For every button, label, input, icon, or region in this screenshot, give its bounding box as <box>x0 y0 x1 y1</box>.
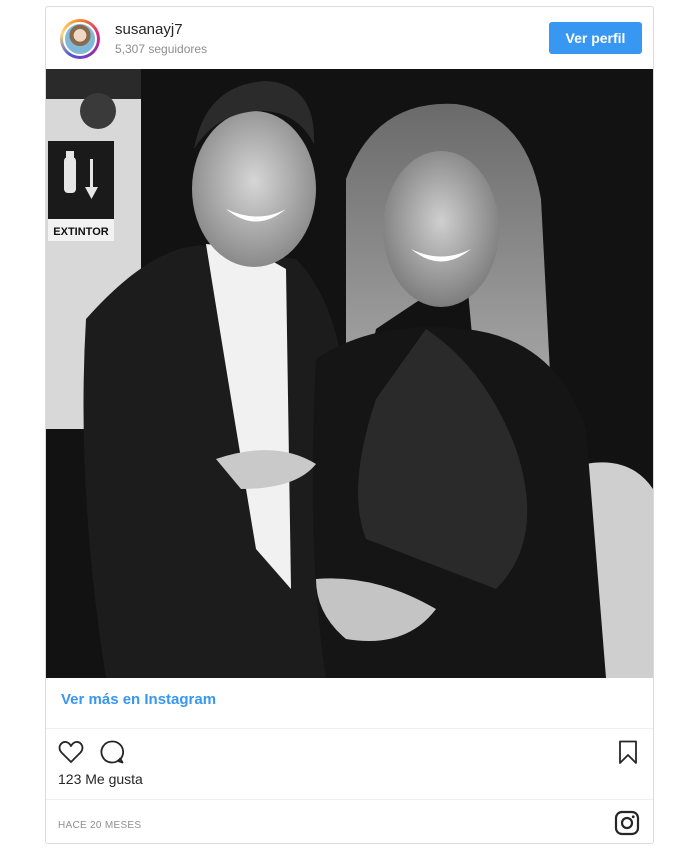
username[interactable]: susanayj7 <box>115 21 183 38</box>
instagram-link-row: Ver más en Instagram <box>46 679 653 729</box>
instagram-icon[interactable] <box>614 810 640 836</box>
view-on-instagram-link[interactable]: Ver más en Instagram <box>61 691 216 708</box>
avatar-image <box>63 22 97 56</box>
heart-icon[interactable] <box>57 738 85 766</box>
post-timestamp[interactable]: HACE 20 MESES <box>58 820 141 831</box>
post-footer: HACE 20 MESES <box>46 799 653 844</box>
view-profile-button[interactable]: Ver perfil <box>549 22 642 54</box>
like-count[interactable]: 123 Me gusta <box>58 771 143 787</box>
post-photo[interactable]: EXTINTOR <box>46 69 653 678</box>
avatar[interactable] <box>60 19 100 59</box>
post-header: susanayj7 5,307 seguidores Ver perfil <box>46 7 653 69</box>
instagram-embed-card: susanayj7 5,307 seguidores Ver perfil EX… <box>45 6 654 844</box>
follower-count: 5,307 seguidores <box>115 42 208 56</box>
photo-sign-text: EXTINTOR <box>53 226 108 238</box>
bookmark-icon[interactable] <box>614 738 642 766</box>
comment-bubble-icon[interactable] <box>98 738 126 766</box>
post-actions <box>46 729 653 775</box>
